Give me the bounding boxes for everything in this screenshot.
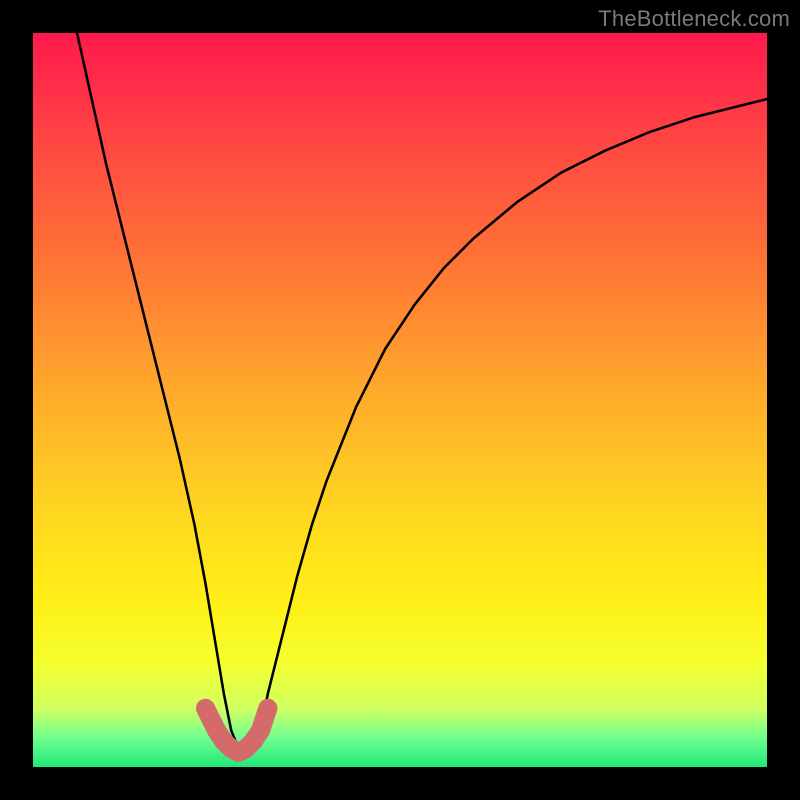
chart-frame: TheBottleneck.com: [0, 0, 800, 800]
bottom-band-highlight: [205, 708, 267, 752]
curve-layer: [33, 33, 767, 767]
bottleneck-curve: [77, 33, 767, 752]
plot-area: [33, 33, 767, 767]
watermark-text: TheBottleneck.com: [598, 6, 790, 32]
